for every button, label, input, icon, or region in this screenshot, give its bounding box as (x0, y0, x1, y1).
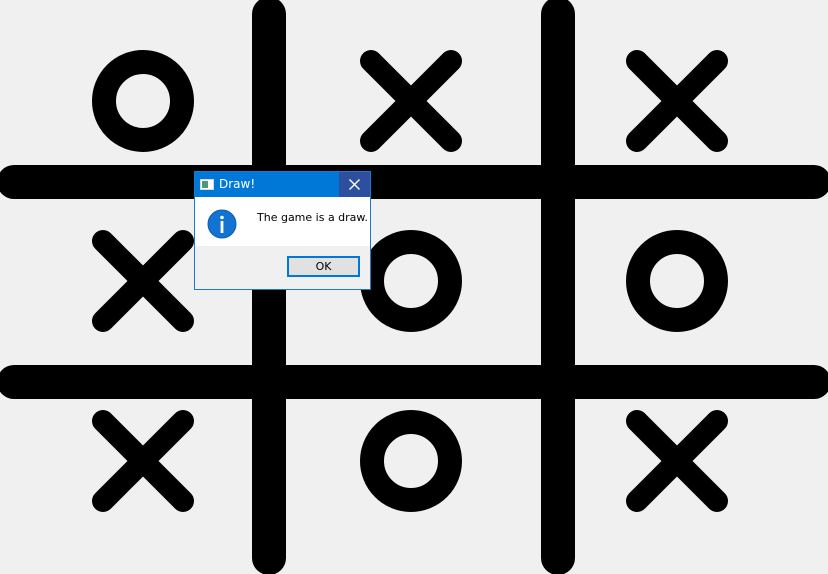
dialog-footer: OK (195, 246, 370, 289)
board-cell-r3-c3[interactable] (575, 399, 828, 574)
info-icon (207, 209, 237, 239)
board-cell-r3-c1[interactable] (0, 399, 252, 574)
board-cells (0, 0, 828, 574)
ok-button[interactable]: OK (287, 256, 360, 277)
dialog-message: The game is a draw. (257, 211, 368, 224)
dialog-title: Draw! (219, 177, 256, 191)
board-cell-r1-c2[interactable] (286, 0, 541, 165)
close-icon (349, 179, 360, 190)
board-cell-r1-c1[interactable] (0, 0, 252, 165)
dialog-close-button[interactable] (339, 172, 370, 197)
board-cell-r3-c2[interactable] (286, 399, 541, 574)
tic-tac-toe-board (0, 0, 828, 574)
dialog-body: The game is a draw. (195, 197, 370, 246)
dialog-title-bar[interactable]: Draw! (195, 172, 370, 197)
board-cell-r1-c3[interactable] (575, 0, 828, 165)
draw-message-dialog: Draw! The game is a draw. OK (194, 171, 371, 290)
board-cell-r2-c3[interactable] (575, 199, 828, 365)
game-window: Draw! The game is a draw. OK (0, 0, 828, 574)
app-window-icon (200, 179, 214, 190)
